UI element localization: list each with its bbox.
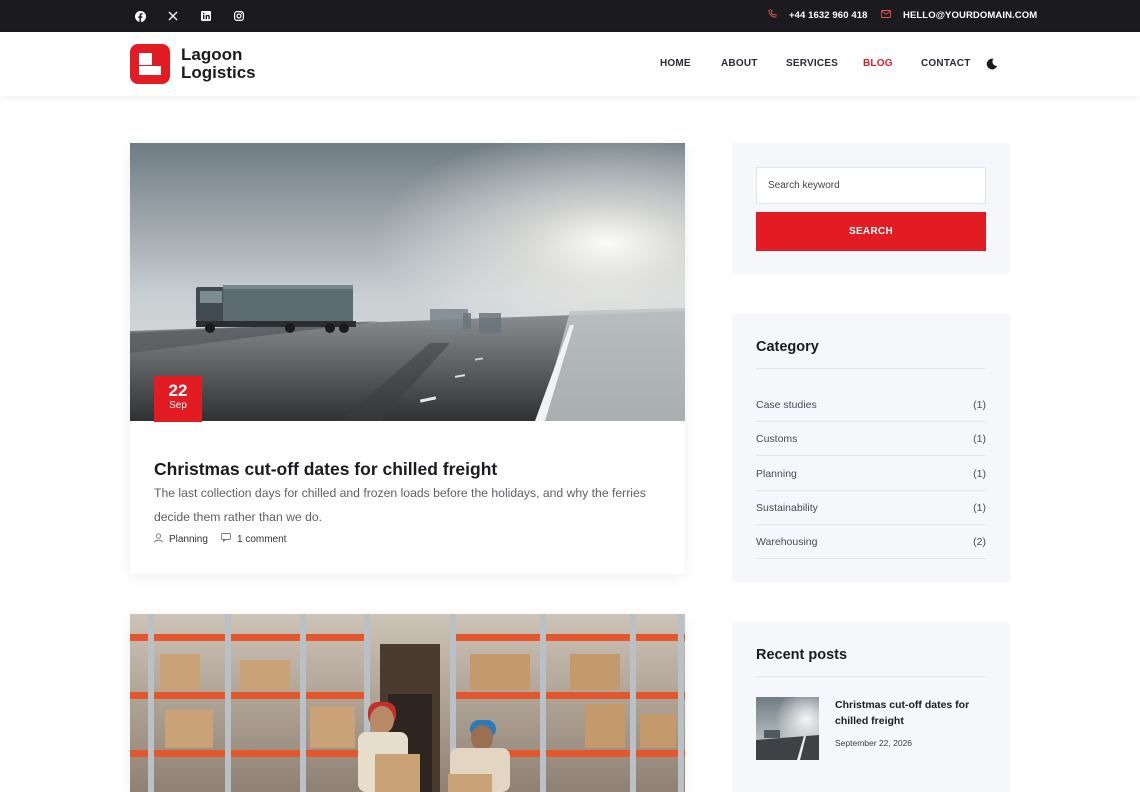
category-name: Customs xyxy=(756,432,798,445)
comment-icon xyxy=(221,533,231,545)
category-name: Planning xyxy=(756,467,797,480)
facebook-icon[interactable] xyxy=(133,9,147,23)
category-count: (1) xyxy=(973,398,986,411)
post-comments-link[interactable]: 1 comment xyxy=(221,533,286,545)
category-name: Case studies xyxy=(756,398,817,411)
nav-home[interactable]: HOME xyxy=(660,58,691,69)
top-bar: +44 1632 960 418 HELLO@YOURDOMAIN.COM xyxy=(0,0,1140,32)
post-category: Planning xyxy=(169,534,208,545)
logo-line-1: Lagoon xyxy=(181,45,243,64)
post-title[interactable]: Christmas cut-off dates for chilled frei… xyxy=(154,459,497,480)
post-image-warehouse-workers[interactable] xyxy=(130,614,685,792)
recent-posts-widget: Recent posts Christmas cut-off dates for… xyxy=(732,622,1010,792)
phone-link[interactable]: +44 1632 960 418 xyxy=(768,8,867,22)
category-item-planning[interactable]: Planning (1) xyxy=(756,457,986,491)
date-day: 22 xyxy=(168,381,188,400)
post-card xyxy=(130,614,685,792)
category-count: (1) xyxy=(973,432,986,445)
x-icon[interactable] xyxy=(166,9,180,23)
category-count: (2) xyxy=(973,535,986,548)
instagram-icon[interactable] xyxy=(232,9,246,23)
search-widget: SEARCH xyxy=(732,143,1010,274)
email-address: HELLO@YOURDOMAIN.COM xyxy=(903,9,1038,21)
post-excerpt: The last collection days for chilled and… xyxy=(154,486,646,524)
logo-line-2: Logistics xyxy=(181,63,256,82)
recent-post-title[interactable]: Christmas cut-off dates for chilled frei… xyxy=(835,697,975,729)
nav-contact[interactable]: CONTACT xyxy=(921,58,971,69)
category-name: Sustainability xyxy=(756,501,818,514)
category-item-warehousing[interactable]: Warehousing (2) xyxy=(756,525,986,559)
category-item-case-studies[interactable]: Case studies (1) xyxy=(756,388,986,422)
site-header: Lagoon Logistics HOME ABOUT SERVICES BLO… xyxy=(0,32,1140,96)
mail-icon xyxy=(881,9,891,21)
nav-services[interactable]: SERVICES xyxy=(786,58,838,69)
phone-number: +44 1632 960 418 xyxy=(789,9,868,21)
category-item-sustainability[interactable]: Sustainability (1) xyxy=(756,491,986,525)
post-category-link[interactable]: Planning xyxy=(154,533,208,546)
email-link[interactable]: HELLO@YOURDOMAIN.COM xyxy=(881,8,1037,22)
category-name: Warehousing xyxy=(756,535,818,548)
logo-wordmark[interactable]: Lagoon Logistics xyxy=(181,46,256,82)
divider xyxy=(756,368,986,369)
category-count: (1) xyxy=(973,501,986,514)
recent-posts-title: Recent posts xyxy=(756,647,848,663)
search-button[interactable]: SEARCH xyxy=(756,212,986,251)
category-title: Category xyxy=(756,339,819,355)
post-comments: 1 comment xyxy=(237,533,287,545)
date-month: Sep xyxy=(169,400,187,411)
logo-icon[interactable] xyxy=(130,44,170,84)
nav-about[interactable]: ABOUT xyxy=(721,58,758,69)
category-widget: Category Case studies (1) Customs (1) Pl… xyxy=(732,314,1010,582)
divider xyxy=(756,676,986,677)
moon-icon[interactable] xyxy=(986,57,998,75)
nav-blog[interactable]: BLOG xyxy=(863,58,893,69)
post-card: 22 Sep Christmas cut-off dates for chill… xyxy=(130,143,685,574)
recent-post-thumbnail[interactable] xyxy=(756,697,819,760)
date-badge: 22 Sep xyxy=(154,376,202,422)
phone-icon xyxy=(768,9,777,21)
category-item-customs[interactable]: Customs (1) xyxy=(756,422,986,456)
search-input[interactable] xyxy=(756,167,986,204)
post-image-trucks-on-misty-road[interactable] xyxy=(130,143,685,421)
user-icon xyxy=(154,533,163,546)
category-count: (1) xyxy=(973,467,986,480)
linkedin-icon[interactable] xyxy=(199,9,213,23)
recent-post-date: September 22, 2026 xyxy=(835,738,913,748)
